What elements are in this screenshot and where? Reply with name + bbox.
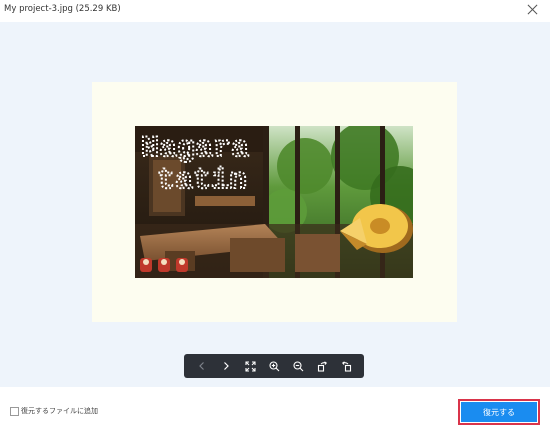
chevron-right-icon	[224, 362, 229, 370]
zoom-in-button[interactable]	[265, 357, 283, 375]
next-button[interactable]	[217, 357, 235, 375]
window-title: My project-3.jpg (25.29 KB)	[4, 4, 121, 14]
chevron-left-icon	[199, 362, 204, 370]
fit-screen-icon	[244, 360, 256, 372]
add-to-restore-label: 復元するファイルに追加	[21, 407, 98, 415]
rotate-left-icon	[341, 360, 351, 372]
preview-image: Nagara tatin	[135, 126, 413, 278]
restore-button-highlight: 復元する	[458, 399, 540, 425]
zoom-out-icon	[292, 360, 303, 371]
rotate-right-button[interactable]	[313, 357, 331, 375]
previous-button[interactable]	[193, 357, 211, 375]
title-bar: My project-3.jpg (25.29 KB)	[0, 0, 550, 22]
rotate-left-button[interactable]	[337, 357, 355, 375]
viewer-toolbar	[184, 354, 364, 378]
close-icon[interactable]	[526, 3, 540, 17]
zoom-in-icon	[268, 360, 279, 371]
preview-image-graphic: Nagara tatin	[135, 126, 413, 278]
overlay-text-line1: Nagara	[141, 132, 249, 166]
rotate-right-icon	[317, 360, 327, 372]
restore-button[interactable]: 復元する	[461, 402, 537, 422]
fit-screen-button[interactable]	[241, 357, 259, 375]
overlay-text-line2: tatin	[157, 164, 247, 198]
add-to-restore-checkbox[interactable]	[10, 407, 19, 416]
dialog-footer: 復元するファイルに追加 復元する	[0, 387, 550, 429]
zoom-out-button[interactable]	[289, 357, 307, 375]
